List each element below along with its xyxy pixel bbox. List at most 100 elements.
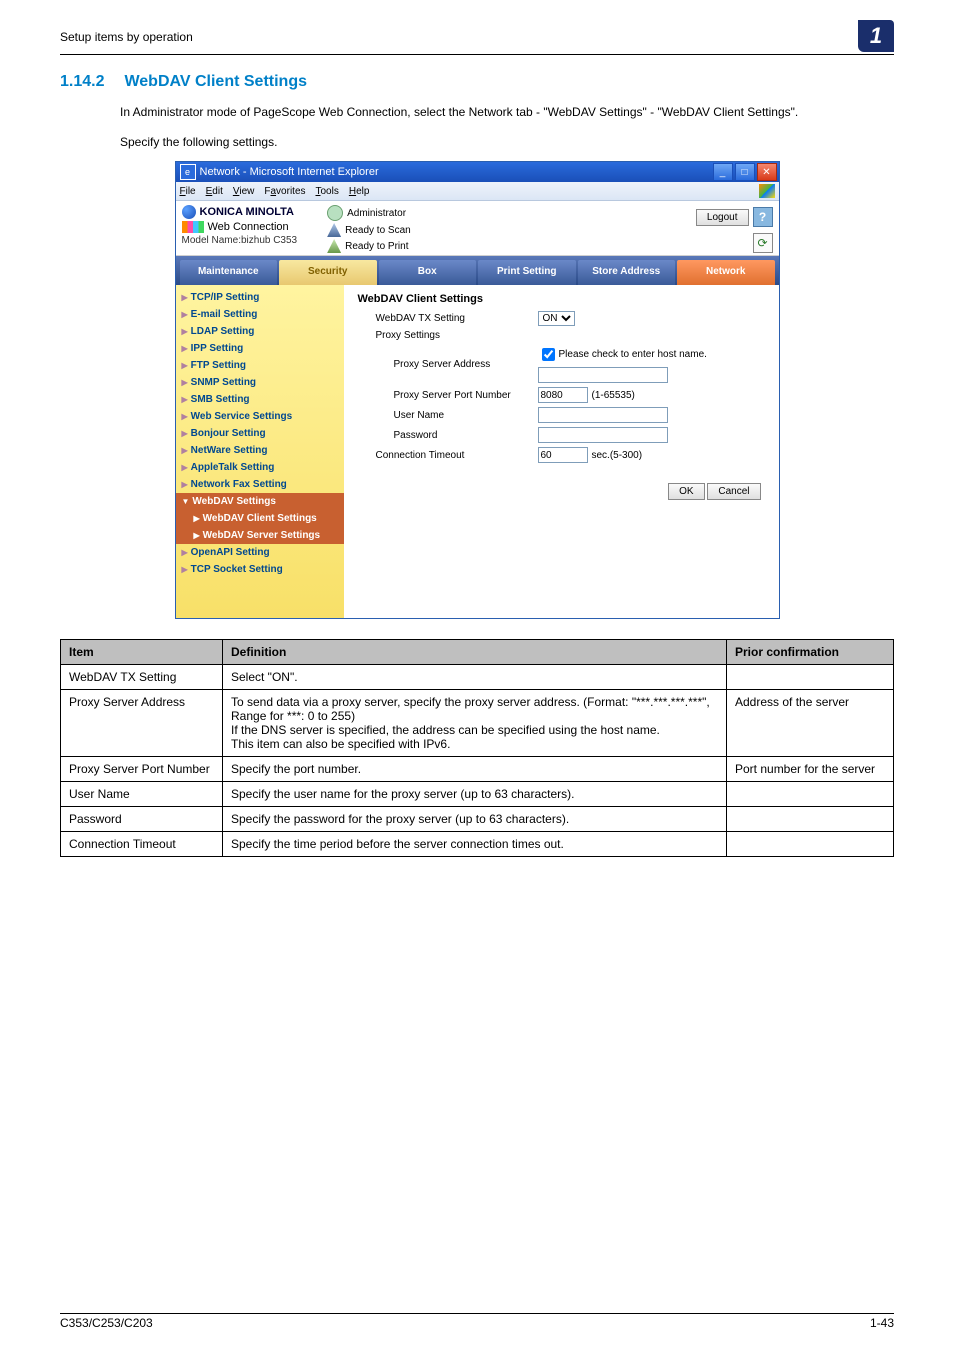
product-name-row: Web Connection	[182, 221, 298, 233]
cell-item: Proxy Server Address	[61, 690, 223, 757]
ok-button[interactable]: OK	[668, 483, 704, 500]
cell-item: Proxy Server Port Number	[61, 757, 223, 782]
table-header-row: Item Definition Prior confirmation	[61, 640, 894, 665]
window-minimize-button[interactable]: _	[713, 163, 733, 181]
refresh-button[interactable]: ⟳	[753, 233, 773, 253]
table-row: Connection TimeoutSpecify the time perio…	[61, 832, 894, 857]
running-head: Setup items by operation 1	[60, 20, 894, 55]
status-scan: Ready to Scan	[345, 225, 411, 236]
sidebar-item-ftp[interactable]: ▶FTP Setting	[176, 357, 344, 374]
sidebar-item-bonjour[interactable]: ▶Bonjour Setting	[176, 425, 344, 442]
user-icon	[327, 205, 343, 221]
cell-prior: Port number for the server	[727, 757, 894, 782]
menu-tools[interactable]: Tools	[316, 186, 339, 197]
cell-prior	[727, 665, 894, 690]
sidebar-item-snmp[interactable]: ▶SNMP Setting	[176, 374, 344, 391]
tx-setting-select[interactable]: ON	[538, 311, 575, 326]
username-input[interactable]	[538, 407, 668, 423]
menu-file[interactable]: File	[180, 186, 196, 197]
tab-store-address[interactable]: Store Address	[578, 260, 676, 285]
window-maximize-button[interactable]: □	[735, 163, 755, 181]
ie-throbber-icon	[759, 184, 775, 198]
proxy-settings-label: Proxy Settings	[358, 330, 538, 341]
proxy-port-input[interactable]	[538, 387, 588, 403]
wc-body: ▶TCP/IP Setting ▶E-mail Setting ▶LDAP Se…	[176, 285, 779, 618]
cell-definition: Specify the password for the proxy serve…	[223, 807, 727, 832]
cell-definition: Select "ON".	[223, 665, 727, 690]
proxy-port-label: Proxy Server Port Number	[358, 390, 538, 401]
tab-print-setting[interactable]: Print Setting	[478, 260, 576, 285]
cell-prior: Address of the server	[727, 690, 894, 757]
cell-definition: Specify the user name for the proxy serv…	[223, 782, 727, 807]
km-brand: KONICA MINOLTA	[200, 206, 295, 218]
hostname-check-label: Please check to enter host name.	[559, 349, 707, 360]
section-heading: 1.14.2 WebDAV Client Settings	[60, 73, 894, 91]
sidebar-item-tcpsocket[interactable]: ▶TCP Socket Setting	[176, 561, 344, 578]
help-button[interactable]: ?	[753, 207, 773, 227]
window-titlebar: e Network - Microsoft Internet Explorer …	[176, 162, 779, 182]
menu-favorites[interactable]: Favorites	[264, 186, 305, 197]
tab-network[interactable]: Network	[677, 260, 775, 285]
footer-right: 1-43	[870, 1316, 894, 1330]
th-item: Item	[61, 640, 223, 665]
sidebar-item-tcpip[interactable]: ▶TCP/IP Setting	[176, 289, 344, 306]
tab-maintenance[interactable]: Maintenance	[180, 260, 278, 285]
menu-help[interactable]: Help	[349, 186, 370, 197]
password-label: Password	[358, 430, 538, 441]
menu-edit[interactable]: Edit	[206, 186, 223, 197]
cell-item: User Name	[61, 782, 223, 807]
sidebar-sub-webdav-server[interactable]: ▶WebDAV Server Settings	[176, 527, 344, 544]
sidebar-item-networkfax[interactable]: ▶Network Fax Setting	[176, 476, 344, 493]
th-definition: Definition	[223, 640, 727, 665]
logout-button[interactable]: Logout	[696, 209, 749, 226]
window-close-button[interactable]: ✕	[757, 163, 777, 181]
sidebar-item-webservice[interactable]: ▶Web Service Settings	[176, 408, 344, 425]
tab-box[interactable]: Box	[379, 260, 477, 285]
password-input[interactable]	[538, 427, 668, 443]
wc-main: WebDAV Client Settings WebDAV TX Setting…	[344, 285, 779, 618]
cell-definition: Specify the port number.	[223, 757, 727, 782]
timeout-input[interactable]	[538, 447, 588, 463]
pagescope-icon	[182, 221, 204, 233]
sidebar-item-openapi[interactable]: ▶OpenAPI Setting	[176, 544, 344, 561]
menu-view[interactable]: View	[233, 186, 255, 197]
scanner-icon	[327, 223, 341, 237]
sidebar-item-ldap[interactable]: ▶LDAP Setting	[176, 323, 344, 340]
section-title: WebDAV Client Settings	[124, 73, 307, 90]
table-row: WebDAV TX SettingSelect "ON".	[61, 665, 894, 690]
footer-left: C353/C253/C203	[60, 1316, 153, 1330]
table-row: Proxy Server AddressTo send data via a p…	[61, 690, 894, 757]
sidebar-item-netware[interactable]: ▶NetWare Setting	[176, 442, 344, 459]
wc-header: KONICA MINOLTA Web Connection Model Name…	[176, 201, 779, 256]
page-footer: C353/C253/C203 1-43	[60, 1313, 894, 1330]
wc-sidebar: ▶TCP/IP Setting ▶E-mail Setting ▶LDAP Se…	[176, 285, 344, 618]
km-logo-icon	[182, 205, 196, 219]
window-title: Network - Microsoft Internet Explorer	[200, 166, 379, 178]
username-label: User Name	[358, 410, 538, 421]
printer-icon	[327, 239, 341, 253]
intro-para-2: Specify the following settings.	[120, 133, 894, 151]
timeout-label: Connection Timeout	[358, 450, 538, 461]
running-head-text: Setup items by operation	[60, 20, 193, 44]
sidebar-item-webdav[interactable]: ▼WebDAV Settings	[176, 493, 344, 510]
cell-prior	[727, 807, 894, 832]
sidebar-item-email[interactable]: ▶E-mail Setting	[176, 306, 344, 323]
proxy-address-input[interactable]	[538, 367, 668, 383]
cancel-button[interactable]: Cancel	[707, 483, 760, 500]
timeout-unit: sec.(5-300)	[592, 450, 643, 461]
sidebar-item-appletalk[interactable]: ▶AppleTalk Setting	[176, 459, 344, 476]
tab-security[interactable]: Security	[279, 260, 377, 285]
cell-definition: To send data via a proxy server, specify…	[223, 690, 727, 757]
settings-table: Item Definition Prior confirmation WebDA…	[60, 639, 894, 857]
hostname-checkbox[interactable]	[542, 348, 555, 361]
km-logo: KONICA MINOLTA	[182, 205, 298, 219]
cell-definition: Specify the time period before the serve…	[223, 832, 727, 857]
sidebar-item-smb[interactable]: ▶SMB Setting	[176, 391, 344, 408]
cell-item: Connection Timeout	[61, 832, 223, 857]
sidebar-item-ipp[interactable]: ▶IPP Setting	[176, 340, 344, 357]
status-print: Ready to Print	[345, 241, 408, 252]
intro-para-1: In Administrator mode of PageScope Web C…	[120, 103, 894, 121]
cell-prior	[727, 782, 894, 807]
sidebar-sub-webdav-client[interactable]: ▶WebDAV Client Settings	[176, 510, 344, 527]
proxy-port-range: (1-65535)	[592, 390, 635, 401]
